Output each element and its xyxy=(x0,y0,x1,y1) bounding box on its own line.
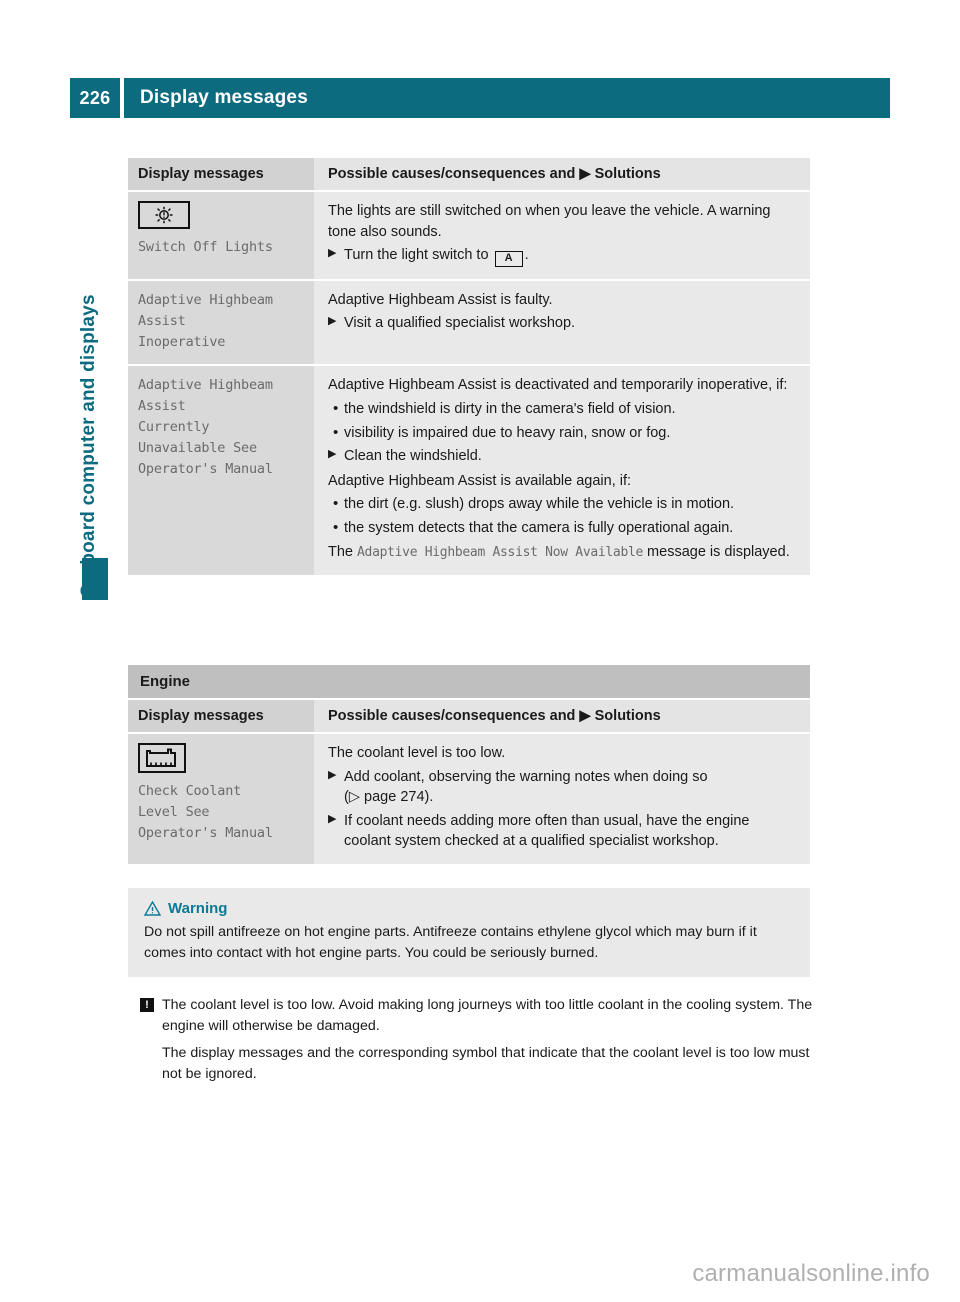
step-triangle-icon: ▶ xyxy=(328,247,337,260)
warning-triangle-icon xyxy=(144,901,161,916)
column-header-causes-solutions: Possible causes/consequences and ▶ Solut… xyxy=(314,158,810,190)
display-messages-table-1: Display messages Possible causes/consequ… xyxy=(128,158,810,576)
step-triangle-icon: ▶ xyxy=(328,448,337,461)
display-message-text: Adaptive Highbeam Assist Currently Unava… xyxy=(138,377,273,478)
note-block: ! The coolant level is too low. Avoid ma… xyxy=(140,995,820,1084)
display-message-text: Check Coolant Level See Operator's Manua… xyxy=(138,783,273,841)
causes-solutions-cell: Adaptive Highbeam Assist is faulty. ▶ Vi… xyxy=(314,278,810,365)
display-message-text: Switch Off Lights xyxy=(138,239,273,255)
display-messages-table-2: Engine Display messages Possible causes/… xyxy=(128,665,810,864)
causes-solutions-cell: Adaptive Highbeam Assist is deactivated … xyxy=(314,364,810,576)
cause-text: Adaptive Highbeam Assist is deactivated … xyxy=(328,377,788,394)
bullet-text: visibility is impaired due to heavy rain… xyxy=(344,424,671,441)
column-header-display-messages: Display messages xyxy=(128,700,314,732)
solution-step: ▶ If coolant needs adding more often tha… xyxy=(328,811,798,852)
page-reference-icon: ▷ xyxy=(348,789,360,806)
display-message-cell: Switch Off Lights xyxy=(128,190,314,279)
lamp-icon-svg xyxy=(155,206,173,224)
header-text-pre: Possible causes/consequences and xyxy=(328,166,580,182)
causes-solutions-cell: The coolant level is too low. ▶ Add cool… xyxy=(314,732,810,864)
list-item: • the system detects that the camera is … xyxy=(328,518,798,539)
list-item: • the windshield is dirty in the camera'… xyxy=(328,399,798,420)
display-message-cell: Adaptive Highbeam Assist Currently Unava… xyxy=(128,364,314,576)
note-paragraph-2: The display messages and the correspondi… xyxy=(162,1045,810,1082)
step-text: Visit a qualified specialist workshop. xyxy=(344,315,576,332)
table-row: Switch Off Lights The lights are still s… xyxy=(128,190,810,279)
page-reference-text: page 274). xyxy=(360,789,434,806)
bullet-icon: • xyxy=(333,400,339,417)
step-text: If coolant needs adding more often than … xyxy=(344,812,750,850)
warning-body-text: Do not spill antifreeze on hot engine pa… xyxy=(144,924,757,961)
step-text-post: . xyxy=(524,247,529,264)
coolant-level-icon-svg xyxy=(146,748,176,767)
step-text: Add coolant, observing the warning notes… xyxy=(344,767,798,808)
cause-text: Adaptive Highbeam Assist is faulty. xyxy=(328,291,553,308)
page-title: Display messages xyxy=(124,78,890,118)
attention-icon: ! xyxy=(140,998,154,1012)
step-text-line1: Add coolant, observing the warning notes… xyxy=(344,768,708,785)
header-text-pre: Possible causes/consequences and xyxy=(328,708,580,724)
solution-step: ▶ Clean the windshield. xyxy=(328,446,798,467)
bullet-icon: • xyxy=(333,495,339,513)
note-text: The coolant level is too low. Avoid maki… xyxy=(162,995,820,1084)
warning-triangle-icon-svg xyxy=(144,901,161,916)
bullet-text: the dirt (e.g. slush) drops away while t… xyxy=(344,496,735,513)
header-text-post: Solutions xyxy=(590,166,661,182)
column-header-display-messages: Display messages xyxy=(128,158,314,190)
note-row: ! The coolant level is too low. Avoid ma… xyxy=(140,995,820,1084)
column-header-causes-solutions: Possible causes/consequences and ▶ Solut… xyxy=(314,700,810,732)
solution-step: ▶ Turn the light switch to A. xyxy=(328,245,798,267)
list-item: • visibility is impaired due to heavy ra… xyxy=(328,423,798,444)
header-text-post: Solutions xyxy=(590,708,661,724)
step-text: Turn the light switch to A. xyxy=(344,245,798,267)
step-text: Clean the windshield. xyxy=(344,448,482,465)
table-row: Check Coolant Level See Operator's Manua… xyxy=(128,732,810,864)
table-header-row: Display messages Possible causes/consequ… xyxy=(128,698,810,732)
outro-message-mono: Adaptive Highbeam Assist Now Available xyxy=(357,545,644,561)
step-triangle-icon: ▶ xyxy=(328,315,337,328)
step-text-pre: Turn the light switch to xyxy=(344,247,493,264)
outro-text: The Adaptive Highbeam Assist Now Availab… xyxy=(328,542,798,563)
outro-post: message is displayed. xyxy=(643,544,790,561)
solution-step: ▶ Visit a qualified specialist workshop. xyxy=(328,313,798,334)
solutions-triangle-icon: ▶ xyxy=(579,166,591,182)
note-paragraph-1: The coolant level is too low. Avoid maki… xyxy=(162,997,813,1034)
bullet-icon: • xyxy=(333,423,339,441)
bullet-text: the windshield is dirty in the camera's … xyxy=(344,401,676,417)
light-switch-auto-icon: A xyxy=(494,250,523,267)
section-title-engine: Engine xyxy=(128,665,810,698)
bullet-icon: • xyxy=(333,518,339,536)
table-row: Adaptive Highbeam Assist Currently Unava… xyxy=(128,364,810,576)
warning-header: Warning xyxy=(144,900,794,917)
display-message-cell: Adaptive Highbeam Assist Inoperative xyxy=(128,278,314,365)
solutions-triangle-icon: ▶ xyxy=(579,708,591,724)
warning-box: Warning Do not spill antifreeze on hot e… xyxy=(128,888,810,978)
step-triangle-icon: ▶ xyxy=(328,768,337,781)
bullet-text: the system detects that the camera is fu… xyxy=(344,519,734,536)
coolant-level-icon xyxy=(138,743,186,773)
solution-step: ▶ Add coolant, observing the warning not… xyxy=(328,767,798,808)
footer-watermark: carmanualsonline.info xyxy=(692,1260,930,1287)
display-message-cell: Check Coolant Level See Operator's Manua… xyxy=(128,732,314,864)
table-row: Adaptive Highbeam Assist Inoperative Ada… xyxy=(128,278,810,365)
outro-pre: The xyxy=(328,544,358,561)
table-header-row: Display messages Possible causes/consequ… xyxy=(128,158,810,190)
cause-text: The lights are still switched on when yo… xyxy=(328,203,771,240)
page-number: 226 xyxy=(70,78,120,118)
step-triangle-icon: ▶ xyxy=(328,812,337,825)
display-message-text: Adaptive Highbeam Assist Inoperative xyxy=(138,291,273,350)
warning-label: Warning xyxy=(168,900,228,917)
chapter-side-marker xyxy=(82,558,108,600)
page-header: 226 Display messages xyxy=(70,78,890,118)
cause-text: The coolant level is too low. xyxy=(328,745,506,761)
chapter-side-label: On-board computer and displays xyxy=(78,294,99,598)
lamp-icon xyxy=(138,201,190,229)
causes-solutions-cell: The lights are still switched on when yo… xyxy=(314,190,810,279)
availability-text: Adaptive Highbeam Assist is available ag… xyxy=(328,472,632,489)
list-item: • the dirt (e.g. slush) drops away while… xyxy=(328,494,798,515)
